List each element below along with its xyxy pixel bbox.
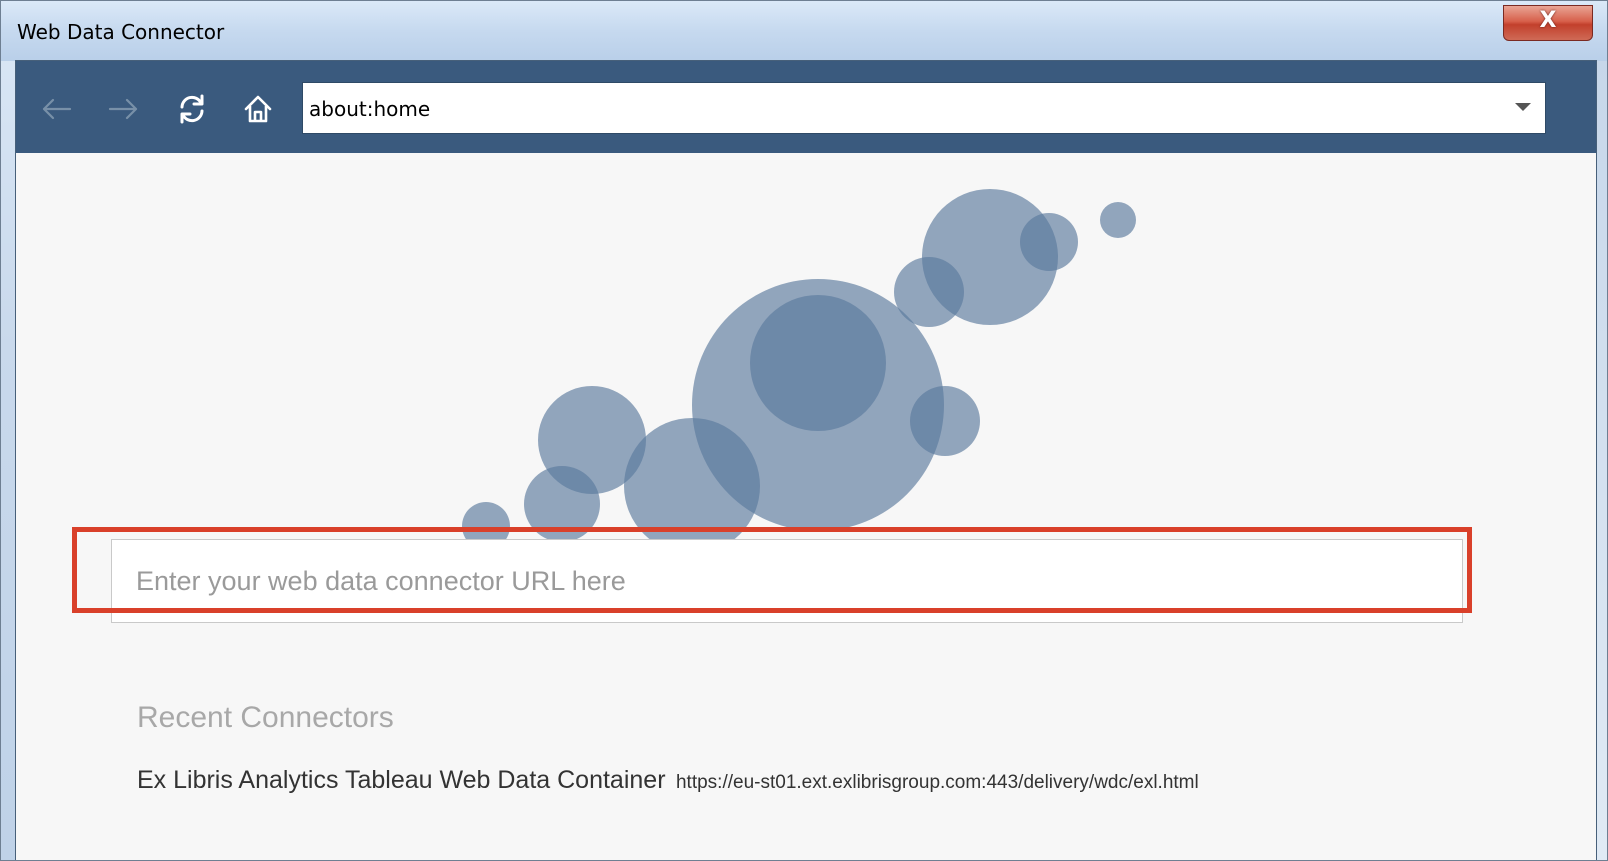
chevron-down-icon[interactable]: [1515, 103, 1531, 111]
window-title: Web Data Connector: [17, 20, 225, 44]
recent-connector-url[interactable]: https://eu-st01.ext.exlibrisgroup.com:44…: [676, 772, 1199, 793]
title-bar: Web Data Connector X: [1, 1, 1607, 61]
recent-connector-name[interactable]: Ex Libris Analytics Tableau Web Data Con…: [137, 766, 666, 794]
refresh-icon[interactable]: [172, 89, 212, 129]
connector-url-field[interactable]: [111, 539, 1463, 623]
recent-connectors-heading: Recent Connectors: [137, 701, 394, 734]
navigation-toolbar: about:home: [16, 61, 1596, 153]
bubble-decoration: [524, 466, 600, 542]
address-bar[interactable]: about:home: [302, 82, 1546, 134]
app-window: Web Data Connector X about:home Enter yo…: [0, 0, 1608, 861]
bubble-decoration: [462, 502, 510, 543]
back-arrow-icon[interactable]: [36, 89, 76, 129]
bubble-illustration: [462, 189, 1136, 543]
browser-client-area: about:home Recent Connecto: [15, 60, 1597, 860]
bubble-decoration: [750, 295, 886, 431]
connector-url-input[interactable]: [112, 540, 1462, 622]
forward-arrow-icon[interactable]: [104, 89, 144, 129]
address-text[interactable]: about:home: [309, 97, 430, 121]
window-edge: [1597, 61, 1607, 860]
bubble-decoration: [1020, 213, 1078, 271]
bubble-decoration: [1100, 202, 1136, 238]
close-icon: X: [1539, 8, 1557, 33]
close-button[interactable]: X: [1503, 5, 1593, 41]
bubble-decoration: [910, 386, 980, 456]
recent-connector-item[interactable]: Ex Libris Analytics Tableau Web Data Con…: [137, 766, 1199, 795]
home-icon[interactable]: [238, 89, 278, 129]
